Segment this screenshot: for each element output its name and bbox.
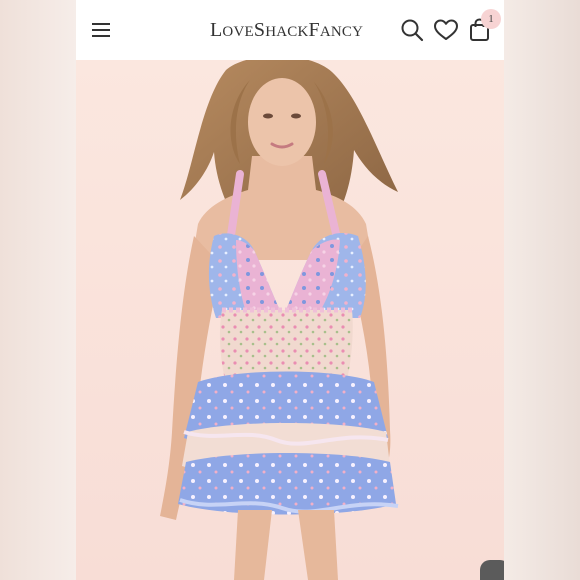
top-header-bar: LOVESHACKFANCY 1 bbox=[76, 0, 504, 60]
cart-count-badge: 1 bbox=[481, 9, 501, 29]
mobile-app-screen: LOVESHACKFANCY 1 bbox=[76, 0, 504, 580]
left-blurred-backdrop bbox=[0, 0, 76, 580]
scroll-to-top-button[interactable] bbox=[480, 560, 504, 580]
right-blurred-backdrop bbox=[504, 0, 580, 580]
hero-product-image[interactable] bbox=[76, 60, 504, 580]
brand-logo[interactable]: LOVESHACKFANCY bbox=[210, 17, 374, 43]
search-icon[interactable] bbox=[398, 16, 426, 44]
hamburger-menu-icon[interactable] bbox=[90, 19, 114, 41]
heart-icon[interactable] bbox=[432, 16, 460, 44]
